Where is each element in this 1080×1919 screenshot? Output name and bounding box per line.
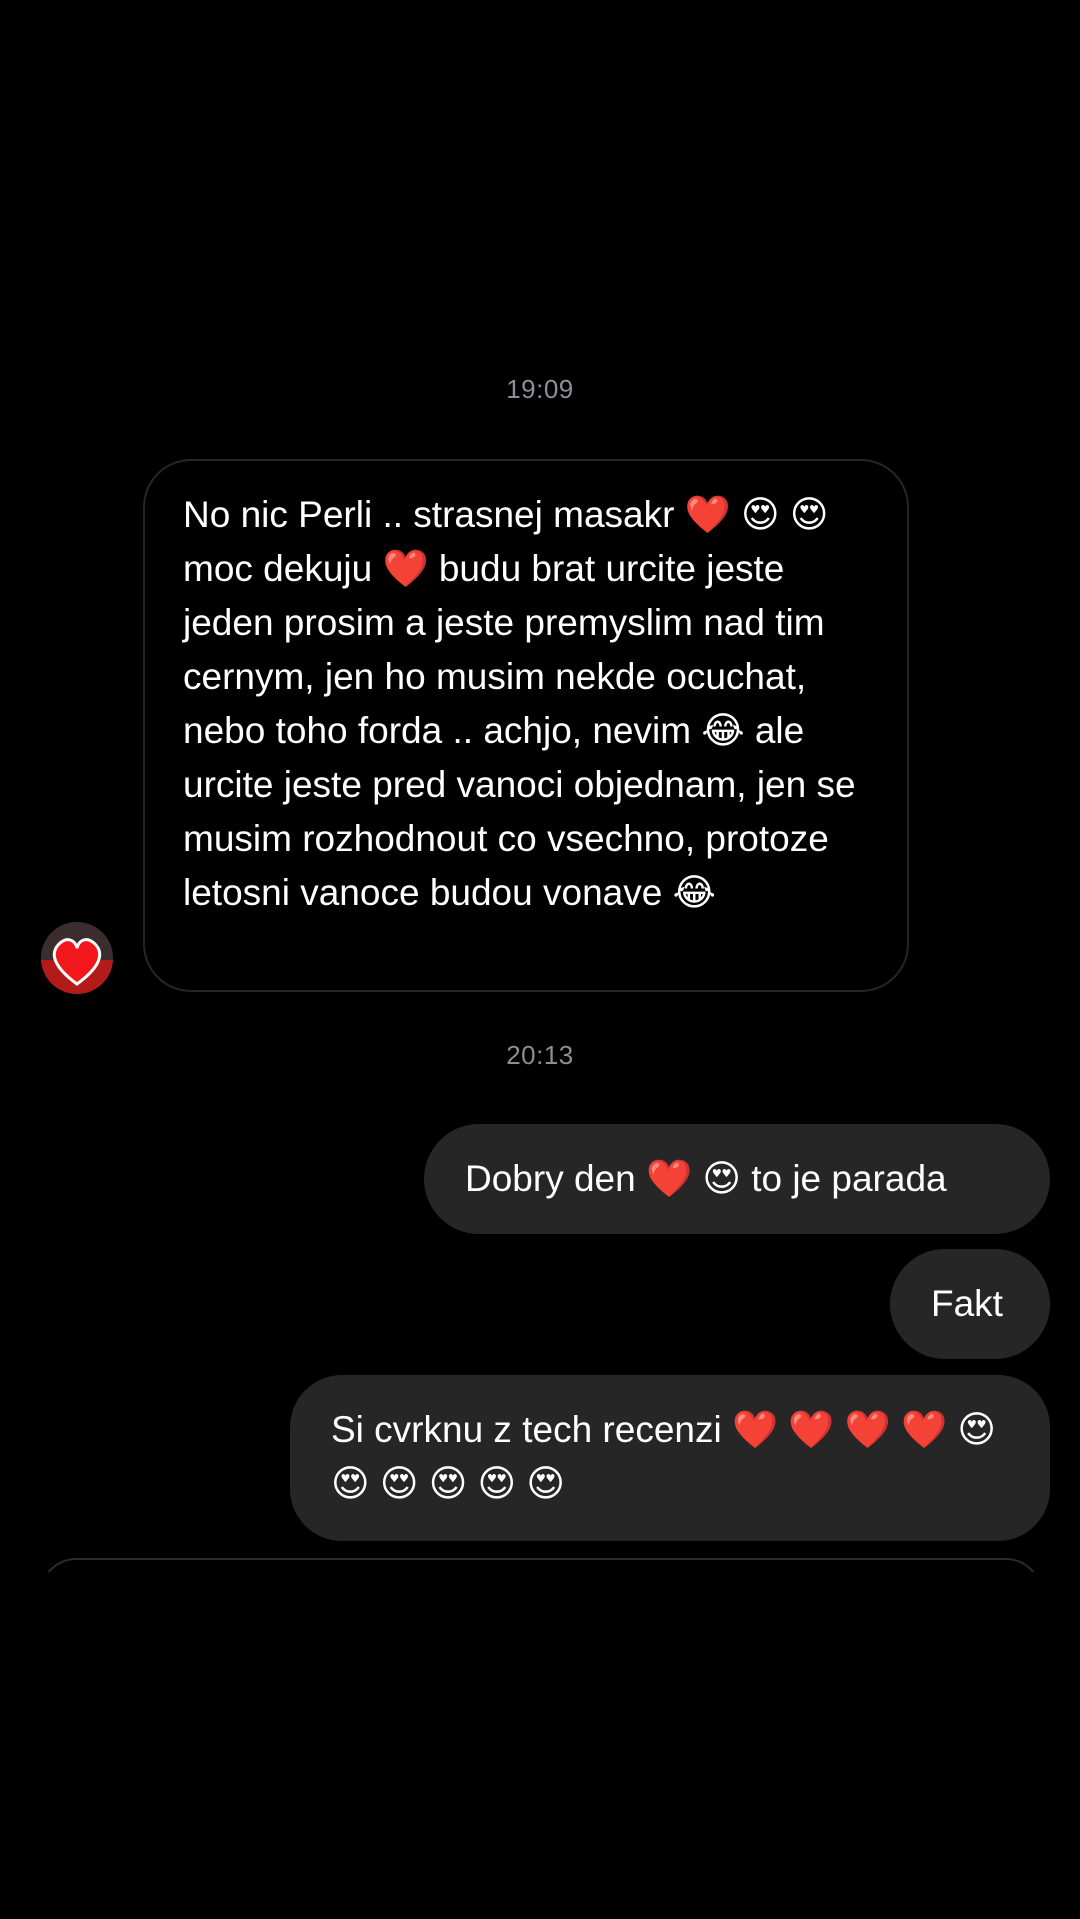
sender-avatar[interactable] — [41, 922, 113, 994]
outgoing-message-text: Dobry den ❤️ 😍 to je parada — [465, 1158, 947, 1199]
incoming-message-text: No nic Perli .. strasnej masakr ❤️ 😍 😍 m… — [183, 494, 856, 913]
outgoing-message-bubble[interactable]: Fakt — [890, 1249, 1050, 1359]
timestamp-1909: 19:09 — [506, 374, 574, 404]
outgoing-message-bubble[interactable]: Dobry den ❤️ 😍 to je parada — [424, 1124, 1050, 1234]
outgoing-message-text: Fakt — [931, 1283, 1003, 1324]
outgoing-message-text: Si cvrknu z tech recenzi ❤️ ❤️ ❤️ ❤️ 😍 😍… — [331, 1409, 996, 1504]
timestamp-2013: 20:13 — [506, 1040, 574, 1070]
heart-avatar-icon — [41, 922, 113, 994]
outgoing-message-bubble[interactable]: Si cvrknu z tech recenzi ❤️ ❤️ ❤️ ❤️ 😍 😍… — [290, 1375, 1050, 1541]
incoming-message-bubble[interactable]: No nic Perli .. strasnej masakr ❤️ 😍 😍 m… — [143, 459, 909, 992]
bottom-area — [0, 1572, 1080, 1919]
